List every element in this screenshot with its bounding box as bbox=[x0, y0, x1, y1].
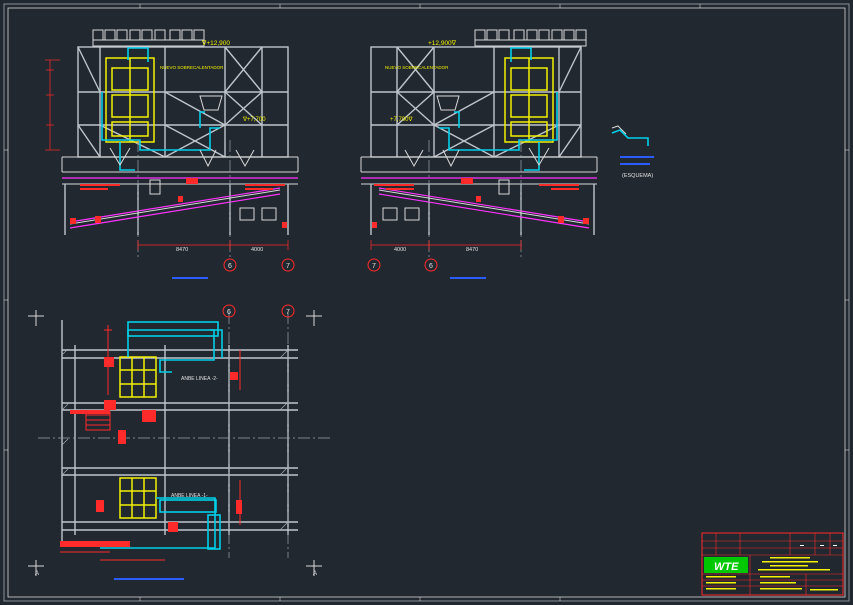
plan-label-line-2: ANBE LINEA -2- bbox=[181, 376, 218, 382]
svg-text:7: 7 bbox=[286, 309, 290, 316]
cad-drawing-canvas[interactable]: ∇+12,900 ∇+7,700 NUEVO SOBRECALENTADOR 8… bbox=[0, 0, 853, 605]
grid-marker-left-6: 6 bbox=[223, 258, 237, 272]
dimension-left-b: 4000 bbox=[251, 247, 263, 253]
svg-text:7: 7 bbox=[286, 263, 290, 270]
dimension-right-b: 8470 bbox=[466, 247, 478, 253]
svg-text:7: 7 bbox=[372, 263, 376, 270]
dimension-left-a: 8470 bbox=[176, 247, 188, 253]
section-marker-a-bottom-left: A bbox=[35, 571, 39, 577]
dimension-right-a: 4000 bbox=[394, 247, 406, 253]
title-block-logo-text: WTE bbox=[714, 561, 739, 573]
grid-marker-plan-6: 6 bbox=[222, 304, 236, 318]
svg-text:6: 6 bbox=[429, 263, 433, 270]
elevation-label-mid-left: ∇+7,700 bbox=[242, 116, 266, 123]
grid-marker-left-7: 7 bbox=[281, 258, 295, 272]
note-overheater-right: NUEVO SOBRECALENTADOR bbox=[385, 65, 449, 70]
plan-label-line-1: ANBE LINEA -1- bbox=[171, 493, 208, 499]
section-marker-a-bottom-right: A bbox=[313, 571, 317, 577]
svg-text:6: 6 bbox=[228, 263, 232, 270]
svg-text:6: 6 bbox=[227, 309, 231, 316]
grid-marker-plan-7: 7 bbox=[281, 304, 295, 318]
elevation-label-mid-right: +7,700∇ bbox=[390, 116, 414, 123]
grid-marker-right-7: 7 bbox=[367, 258, 381, 272]
plan-view bbox=[28, 310, 332, 580]
section-title-right bbox=[450, 277, 486, 279]
isometric-sketch bbox=[611, 125, 654, 165]
isometric-note: (ESQUEMA) bbox=[622, 173, 653, 179]
note-overheater-left: NUEVO SOBRECALENTADOR bbox=[160, 65, 224, 70]
grid-marker-right-6: 6 bbox=[424, 258, 438, 272]
elevation-label-top-right: +12,900∇ bbox=[428, 39, 457, 47]
elevation-label-top-left: ∇+12,900 bbox=[201, 39, 230, 47]
